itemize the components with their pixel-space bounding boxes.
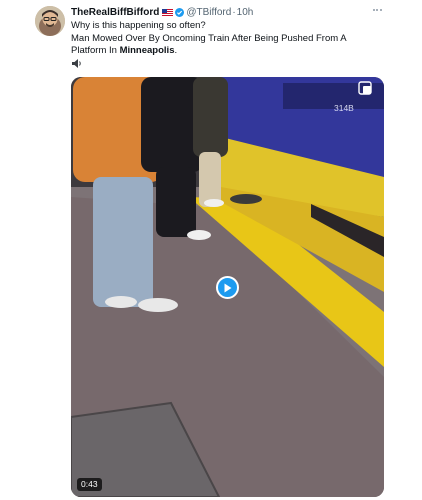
expand-button[interactable] [358,81,372,95]
speaker-icon [72,59,81,68]
play-button[interactable] [216,276,239,299]
post-text-line: Why is this happening so often? [71,20,206,31]
post-time[interactable]: 10h [237,7,254,18]
play-icon [224,283,232,292]
post-text-line: Man Mowed Over By Oncoming Train After B… [71,32,347,44]
separator-dot: · [232,6,236,18]
more-options-button[interactable] [370,4,384,16]
expand-icon [358,81,372,95]
train-number-label: 314B [334,103,354,113]
avatar-image [35,6,65,36]
author-handle[interactable]: @TBifford [186,7,231,18]
us-flag-icon [162,8,174,16]
post-text-segment: Platform In [71,45,120,56]
post-text-line: Platform In Minneapolis. [71,45,371,58]
video-duration: 0:43 [77,478,102,491]
more-horizontal-icon [372,9,375,11]
verified-badge-icon [175,7,185,17]
avatar[interactable] [35,6,65,36]
post-text: Why is this happening so often? Man Mowe… [71,20,371,58]
video-player[interactable]: 0:43 [71,77,384,497]
post-header: TheRealBiffBifford @TBifford · 10h [71,5,382,19]
author-display-name[interactable]: TheRealBiffBifford [71,7,159,18]
post-text-bold: Minneapolis [119,45,175,56]
post-text-segment: . [174,45,178,56]
